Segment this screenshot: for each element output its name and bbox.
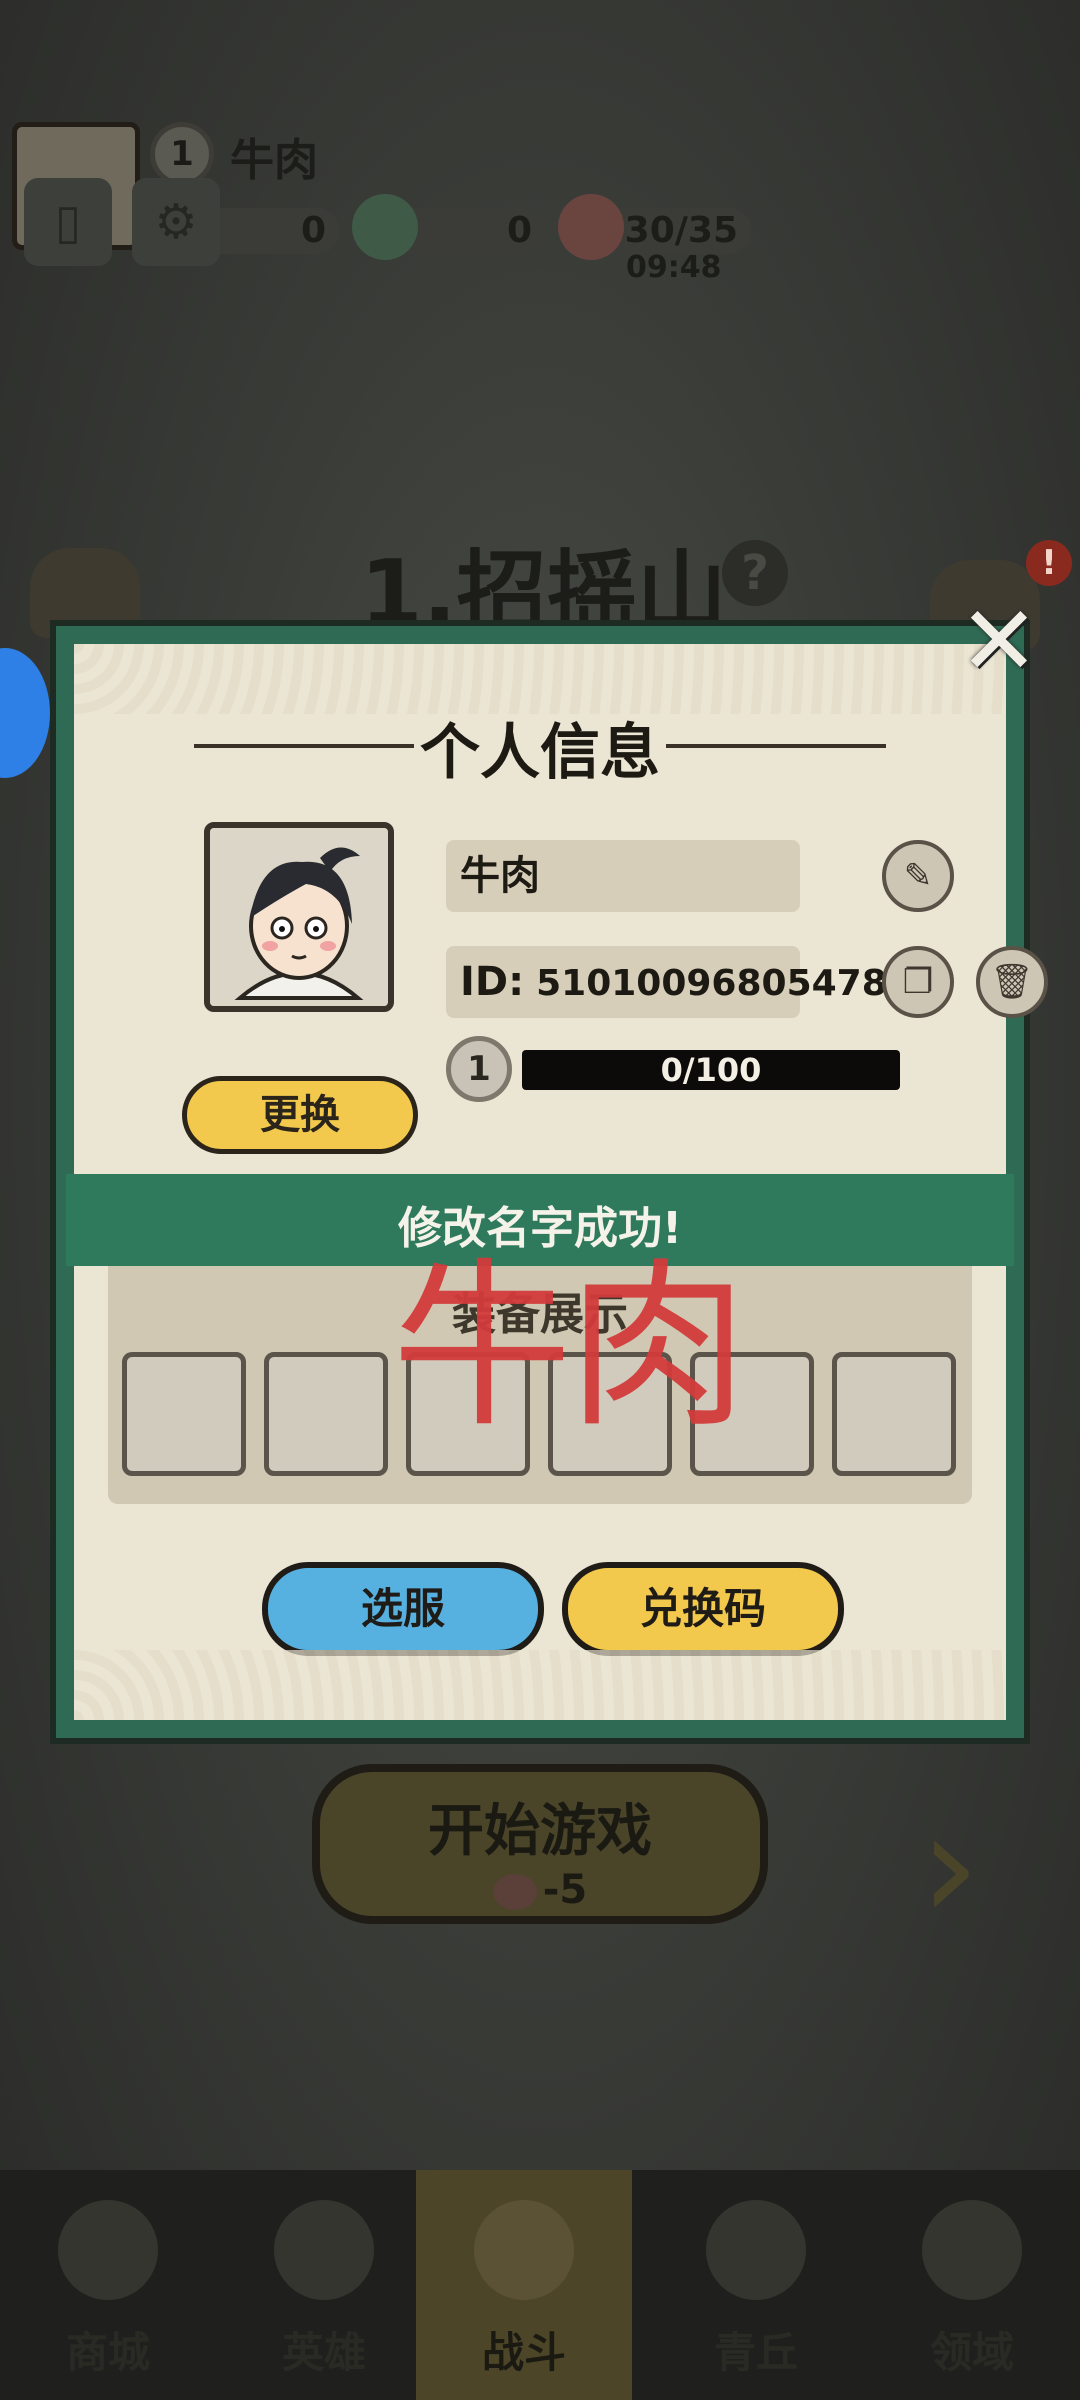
copy-icon: ❐ bbox=[902, 962, 934, 1002]
jade-dragon-icon bbox=[352, 194, 418, 260]
shop-icon bbox=[58, 2200, 158, 2300]
copy-id-button[interactable]: ❐ bbox=[882, 946, 954, 1018]
resource-value: 30/35 bbox=[624, 210, 738, 251]
nav-tab-shop[interactable]: 商城 bbox=[0, 2170, 216, 2400]
start-game-button[interactable]: 开始游戏 -5 bbox=[312, 1764, 768, 1924]
hero-helmet-icon bbox=[274, 2200, 374, 2300]
delete-button[interactable]: 🗑 bbox=[976, 946, 1048, 1018]
resource-peach[interactable]: 30/35 bbox=[558, 194, 752, 260]
edit-name-button[interactable]: ✎ bbox=[882, 840, 954, 912]
start-game-cost: -5 bbox=[320, 1867, 760, 1913]
xp-text: 0/100 bbox=[660, 1051, 762, 1089]
notebook-icon: ▯ bbox=[54, 194, 82, 250]
stamina-timer: 09:48 bbox=[626, 250, 722, 285]
nav-tab-hero[interactable]: 英雄 bbox=[216, 2170, 432, 2400]
nav-label: 青丘 bbox=[713, 2328, 798, 2377]
change-avatar-button[interactable]: 更换 bbox=[182, 1076, 418, 1154]
modal-title: 个人信息 bbox=[420, 718, 660, 788]
close-icon[interactable]: ✕ bbox=[958, 593, 1040, 689]
player-level-badge: 1 bbox=[150, 122, 214, 186]
profile-level-badge: 1 bbox=[446, 1036, 512, 1102]
resource-value: 0 bbox=[300, 210, 326, 251]
bottom-nav: 商城 英雄 战斗 青丘 领域 bbox=[0, 2170, 1080, 2400]
gear-icon: ⚙ bbox=[154, 194, 198, 250]
nav-label: 战斗 bbox=[481, 2328, 566, 2377]
player-name: 牛肉 bbox=[230, 135, 318, 186]
peach-icon bbox=[492, 1874, 537, 1910]
orb-icon bbox=[922, 2200, 1022, 2300]
nav-label: 领域 bbox=[929, 2328, 1014, 2377]
mountain-icon bbox=[706, 2200, 806, 2300]
nav-label: 商城 bbox=[65, 2328, 150, 2377]
alert-badge: ! bbox=[1026, 540, 1072, 586]
id-label: ID: bbox=[460, 959, 525, 1005]
brush-icon: ✎ bbox=[903, 856, 933, 896]
start-game-label: 开始游戏 bbox=[428, 1799, 652, 1864]
nav-label: 英雄 bbox=[281, 2328, 366, 2377]
profile-modal: 个人信息 牛肉 ✎ ID: 510100968054784 ❐ 🗑 1 0/10… bbox=[50, 620, 1048, 1744]
nav-tab-qingqiu[interactable]: 青丘 bbox=[648, 2170, 864, 2400]
nav-tab-battle[interactable]: 战斗 bbox=[416, 2170, 632, 2400]
xp-progress-bar: 0/100 bbox=[522, 1050, 900, 1090]
settings-button[interactable]: ⚙ bbox=[132, 178, 220, 266]
equipment-slot[interactable] bbox=[264, 1352, 388, 1476]
modal-body: 个人信息 牛肉 ✎ ID: 510100968054784 ❐ 🗑 1 0/10… bbox=[66, 644, 1048, 1720]
trash-icon: 🗑 bbox=[990, 962, 1034, 1002]
player-id-field: ID: 510100968054784 bbox=[446, 946, 912, 1018]
redeem-code-button[interactable]: 兑换码 bbox=[562, 1562, 844, 1656]
notebook-button[interactable]: ▯ bbox=[24, 178, 112, 266]
name-stamp-overlay: 牛肉 bbox=[392, 1243, 748, 1452]
player-name-field: 牛肉 bbox=[446, 840, 800, 912]
hero-portrait-icon bbox=[210, 828, 388, 1006]
select-server-button[interactable]: 选服 bbox=[262, 1562, 544, 1656]
crossed-swords-icon bbox=[474, 2200, 574, 2300]
resource-jade[interactable]: 0 bbox=[352, 194, 546, 260]
help-icon[interactable]: ? bbox=[722, 540, 788, 606]
decorative-pattern bbox=[74, 1650, 1006, 1720]
peach-icon bbox=[558, 194, 624, 260]
next-stage-arrow-icon[interactable]: › bbox=[920, 1780, 980, 1954]
profile-portrait bbox=[204, 822, 394, 1012]
id-value: 510100968054784 bbox=[536, 963, 912, 1004]
equipment-slot[interactable] bbox=[832, 1352, 956, 1476]
resource-value: 0 bbox=[506, 210, 532, 251]
nav-tab-domain[interactable]: 领域 bbox=[864, 2170, 1080, 2400]
cost-value: -5 bbox=[542, 1867, 588, 1913]
equipment-slot[interactable] bbox=[122, 1352, 246, 1476]
